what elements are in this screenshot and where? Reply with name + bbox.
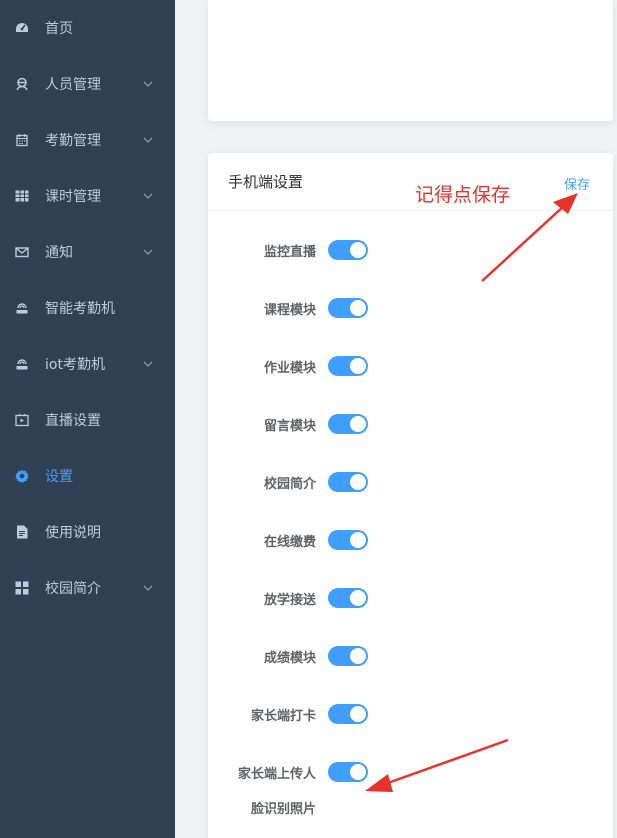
sidebar-item-label: 课时管理 <box>45 189 101 205</box>
toggle-switch[interactable] <box>328 530 368 550</box>
chevron-down-icon <box>143 249 153 255</box>
toggle-switch[interactable] <box>328 298 368 318</box>
mobile-settings-card: 手机端设置 保存 监控直播 课程模块 作业模块 留言模块 校园简介 在线缴费 放… <box>208 153 613 838</box>
toggle-label: 课程模块 <box>263 303 316 318</box>
switch-knob <box>350 706 366 722</box>
card-title: 手机端设置 <box>228 173 304 191</box>
toggle-switch[interactable] <box>328 472 368 492</box>
sidebar-item-settings[interactable]: 设置 <box>0 448 175 504</box>
sidebar-item-class-hours[interactable]: 课时管理 <box>0 168 175 224</box>
sidebar-item-label: 首页 <box>45 21 73 37</box>
toggle-switch[interactable] <box>328 588 368 608</box>
chevron-down-icon <box>143 81 153 87</box>
sidebar-item-live-settings[interactable]: 直播设置 <box>0 392 175 448</box>
toggle-label: 家长端上传人 <box>237 767 316 782</box>
toggle-switch[interactable] <box>328 704 368 724</box>
toggle-label: 监控直播 <box>263 245 316 260</box>
table-icon <box>15 189 29 203</box>
toggle-label: 校园简介 <box>263 477 316 492</box>
video-icon <box>15 413 29 427</box>
sidebar-item-notice[interactable]: 通知 <box>0 224 175 280</box>
sidebar-item-label: 使用说明 <box>45 525 101 541</box>
chevron-down-icon <box>143 361 153 367</box>
sidebar-item-personnel[interactable]: 人员管理 <box>0 56 175 112</box>
switch-knob <box>350 532 366 548</box>
device-icon <box>15 357 29 371</box>
switch-knob <box>350 300 366 316</box>
save-button[interactable]: 保存 <box>564 174 590 193</box>
gear-icon <box>15 469 29 483</box>
toggle-label: 家长端打卡 <box>250 709 316 724</box>
switch-knob <box>350 358 366 374</box>
card-header: 手机端设置 保存 <box>208 153 613 211</box>
sidebar-item-campus-intro[interactable]: 校园简介 <box>0 560 175 616</box>
sidebar-item-label: 设置 <box>45 469 73 485</box>
chevron-down-icon <box>143 193 153 199</box>
mail-icon <box>15 245 29 259</box>
toggle-switch[interactable] <box>328 356 368 376</box>
toggle-label-continuation: 脸识别照片 <box>250 802 316 817</box>
sidebar-item-label: iot考勤机 <box>45 357 105 373</box>
sidebar-item-label: 校园简介 <box>45 581 101 597</box>
document-icon <box>15 525 29 539</box>
toggle-label: 留言模块 <box>263 419 316 434</box>
toggle-switch[interactable] <box>328 240 368 260</box>
sidebar-item-iot-attendance[interactable]: iot考勤机 <box>0 336 175 392</box>
sidebar-item-instructions[interactable]: 使用说明 <box>0 504 175 560</box>
sidebar-item-label: 人员管理 <box>45 77 101 93</box>
chevron-down-icon <box>143 137 153 143</box>
switch-knob <box>350 474 366 490</box>
switch-knob <box>350 242 366 258</box>
switch-knob <box>350 590 366 606</box>
dashboard-icon <box>15 21 29 35</box>
toggle-label: 在线缴费 <box>263 535 316 550</box>
switch-knob <box>350 764 366 780</box>
grid-icon <box>15 581 29 595</box>
sidebar: 首页 人员管理 考勤管理 课时管理 通知 智能考勤机 iot考勤机 直播设置 设… <box>0 0 175 838</box>
switch-knob <box>350 648 366 664</box>
sidebar-item-label: 智能考勤机 <box>45 301 115 317</box>
sidebar-item-home[interactable]: 首页 <box>0 0 175 56</box>
sidebar-item-attendance[interactable]: 考勤管理 <box>0 112 175 168</box>
switch-knob <box>350 416 366 432</box>
toggle-label: 作业模块 <box>263 361 316 376</box>
calendar-icon <box>15 133 29 147</box>
sidebar-item-label: 考勤管理 <box>45 133 101 149</box>
sidebar-item-label: 直播设置 <box>45 413 101 429</box>
toggle-switch[interactable] <box>328 762 368 782</box>
toggle-label: 放学接送 <box>263 593 316 608</box>
sidebar-item-smart-attendance[interactable]: 智能考勤机 <box>0 280 175 336</box>
toggle-switch[interactable] <box>328 646 368 666</box>
device-icon <box>15 301 29 315</box>
toggle-switch[interactable] <box>328 414 368 434</box>
chevron-down-icon <box>143 585 153 591</box>
toggle-label: 成绩模块 <box>263 651 316 666</box>
annotation-text: 记得点保存 <box>415 184 511 206</box>
user-icon <box>15 77 29 91</box>
sidebar-item-label: 通知 <box>45 245 73 261</box>
previous-card <box>208 0 613 121</box>
